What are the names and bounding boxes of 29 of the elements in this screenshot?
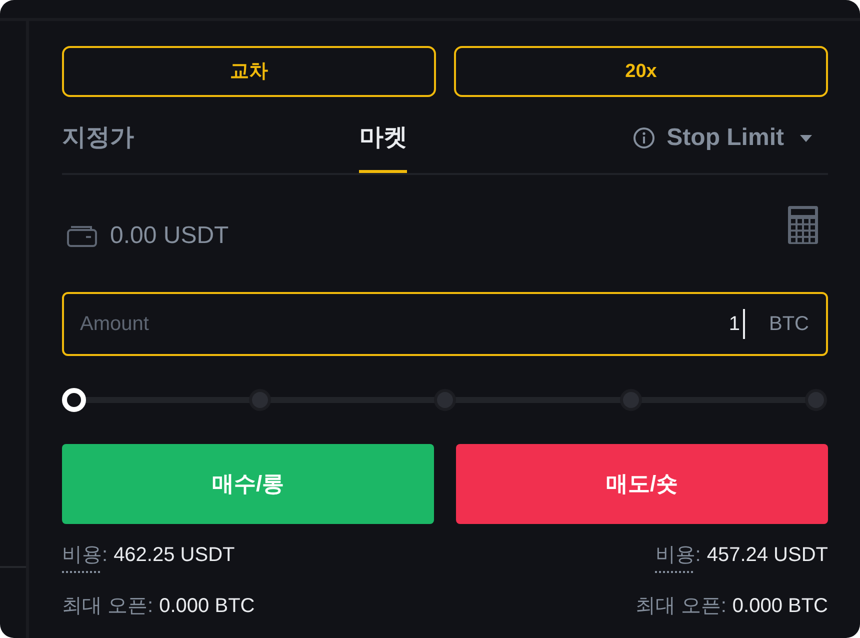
text-cursor-icon — [743, 309, 745, 339]
summary-value: 457.24 USDT — [706, 543, 828, 567]
order-type-tab[interactable]: 마켓 — [359, 124, 408, 173]
caret-icon — [800, 134, 812, 142]
summary-value: 0.000 BTC — [159, 594, 255, 618]
unit-label: BTC — [769, 312, 809, 336]
amount-input-field[interactable]: Amount 1 BTC — [62, 292, 828, 356]
step-dot-icon[interactable] — [805, 389, 827, 411]
info-icon — [632, 127, 655, 149]
order-type-tab[interactable]: 지정가 — [62, 124, 134, 173]
summary-label: 최대 오픈: — [62, 594, 154, 618]
summary-value: 462.25 USDT — [114, 543, 235, 567]
step-dot-icon[interactable] — [248, 389, 270, 411]
order-type-tab[interactable]: Stop Limit — [632, 124, 812, 173]
slider-thumb[interactable] — [62, 388, 86, 412]
margin-mode-button[interactable]: 교차 — [62, 46, 436, 97]
calculator-icon[interactable] — [788, 206, 818, 244]
field-label: Amount — [80, 312, 150, 336]
summary-label: 최대 오픈: — [635, 594, 726, 618]
step-dot-icon[interactable] — [434, 389, 456, 411]
summary-value: 0.000 BTC — [732, 594, 828, 618]
step-dot-icon[interactable] — [620, 389, 642, 411]
summary-label[interactable]: 비용: — [655, 543, 701, 573]
amount-value: 1 — [728, 312, 740, 336]
sell-short-button[interactable]: 매도/숏 — [456, 444, 828, 524]
wallet-icon — [67, 225, 97, 247]
balance-value: 0.00 USDT — [110, 222, 229, 250]
leverage-button[interactable]: 20x — [454, 46, 828, 97]
summary-label[interactable]: 비용: — [62, 543, 108, 573]
